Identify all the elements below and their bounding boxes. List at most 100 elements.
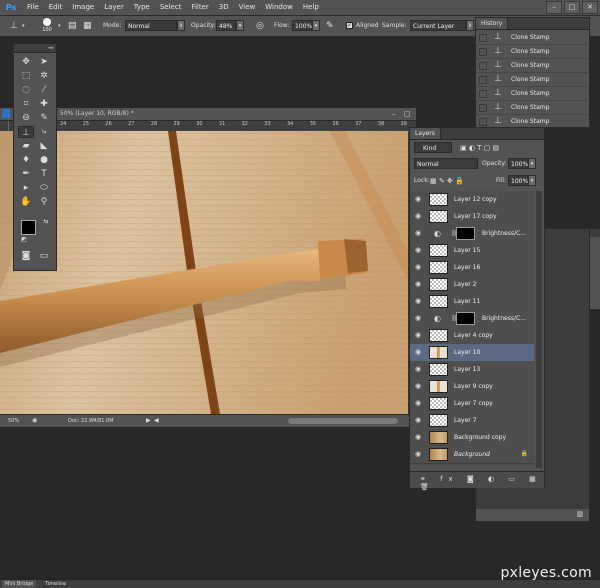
clone-source-icon[interactable]: ▦ <box>83 20 92 32</box>
layer-row[interactable]: ◉ Layer 13 <box>410 361 534 379</box>
layer-thumbnail[interactable] <box>429 278 448 291</box>
opacity-slider-arrow-icon[interactable]: ▾ <box>236 20 244 31</box>
layer-mask-thumbnail[interactable] <box>456 227 475 240</box>
history-item[interactable]: ⊥ Clone Stamp <box>476 115 589 126</box>
visibility-eye-icon[interactable]: ◉ <box>415 399 421 407</box>
status-menu-arrow-icon[interactable]: ▶ <box>146 415 151 427</box>
history-item[interactable]: ⊥ Clone Stamp <box>476 73 589 87</box>
visibility-eye-icon[interactable]: ◉ <box>415 450 421 458</box>
history-tab[interactable]: History <box>476 18 509 29</box>
dodge-tool-icon[interactable]: ● <box>36 154 52 166</box>
layer-thumbnail[interactable] <box>429 363 448 376</box>
crop-tool-icon[interactable]: ⌗ <box>18 98 34 110</box>
flow-slider-arrow-icon[interactable]: ▾ <box>312 20 320 31</box>
brush-preset-picker[interactable]: 100 <box>38 18 56 34</box>
brush-tool-icon[interactable]: ✎ <box>36 112 52 124</box>
paint-bucket-icon[interactable]: ◣ <box>36 140 52 152</box>
screen-mode-icon[interactable]: ▭ <box>36 250 52 262</box>
blend-mode-select[interactable]: Normal <box>414 158 478 169</box>
layer-footer-icons[interactable]: ⚭ fx ◙ ◐ ▭ ▦ 🗑 <box>420 475 544 491</box>
eraser-tool-icon[interactable]: ▰ <box>18 140 34 152</box>
layer-thumbnail[interactable] <box>429 414 448 427</box>
sample-select-arrow-icon[interactable]: ⇕ <box>466 20 474 31</box>
canvas[interactable] <box>0 131 408 414</box>
visibility-eye-icon[interactable]: ◉ <box>415 246 421 254</box>
tools-panel-header[interactable]: ◂◂ <box>14 44 56 53</box>
visibility-eye-icon[interactable]: ◉ <box>415 365 421 373</box>
layer-row[interactable]: ◉ Layer 9 copy <box>410 378 534 396</box>
history-item[interactable]: ⊥ Clone Stamp <box>476 87 589 101</box>
kind-filter-select[interactable]: Kind <box>414 142 452 153</box>
layer-mask-thumbnail[interactable] <box>456 312 475 325</box>
trash-icon[interactable]: ▥ <box>576 510 583 518</box>
fill-arrow-icon[interactable]: ▾ <box>528 175 536 186</box>
lock-icons[interactable]: ▦ ✎ ✥ 🔒 <box>430 175 464 187</box>
layer-row[interactable]: ◉ Layer 4 copy <box>410 327 534 345</box>
visibility-eye-icon[interactable]: ◉ <box>415 416 421 424</box>
layer-thumbnail[interactable] <box>429 261 448 274</box>
move-arrow-icon[interactable]: ➤ <box>36 56 52 68</box>
quick-mask-icon[interactable]: ◙ <box>18 250 34 262</box>
layer-row[interactable]: ◉ Layer 16 <box>410 259 534 277</box>
layers-scrollbar[interactable] <box>536 191 542 468</box>
layer-thumbnail[interactable] <box>429 397 448 410</box>
layer-thumbnail[interactable] <box>429 346 448 359</box>
eyedropper-icon[interactable]: ⁄ <box>36 84 52 96</box>
spot-heal-icon[interactable]: ✚ <box>36 98 52 110</box>
layer-row[interactable]: ◉ Layer 2 <box>410 276 534 294</box>
menu-3d[interactable]: 3D <box>214 0 234 15</box>
history-item[interactable]: ⊥ Clone Stamp <box>476 101 589 115</box>
layer-row[interactable]: ◉ Layer 7 <box>410 412 534 430</box>
history-item[interactable]: ⊥ Clone Stamp <box>476 59 589 73</box>
menu-edit[interactable]: Edit <box>44 0 68 15</box>
layer-row[interactable]: ◉ Layer 15 <box>410 242 534 260</box>
menu-file[interactable]: File <box>22 0 44 15</box>
menu-image[interactable]: Image <box>67 0 99 15</box>
mode-select-arrow-icon[interactable]: ⇕ <box>177 20 185 31</box>
zoom-level[interactable]: 50% <box>8 415 19 427</box>
layer-thumbnail[interactable] <box>429 210 448 223</box>
marquee-tool-icon[interactable]: ⬚ <box>18 70 34 82</box>
menu-type[interactable]: Type <box>129 0 155 15</box>
visibility-eye-icon[interactable]: ◉ <box>415 263 421 271</box>
fill-input[interactable]: 100% <box>508 175 528 186</box>
layer-thumbnail[interactable] <box>429 295 448 308</box>
menu-filter[interactable]: Filter <box>186 0 213 15</box>
airbrush-icon[interactable]: ✎ <box>326 20 334 32</box>
magic-wand-icon[interactable]: ✲ <box>36 70 52 82</box>
status-info-icon[interactable]: ◉ <box>32 415 37 427</box>
visibility-eye-icon[interactable]: ◉ <box>415 331 421 339</box>
visibility-eye-icon[interactable]: ◉ <box>415 195 421 203</box>
visibility-eye-icon[interactable]: ◉ <box>415 212 421 220</box>
swap-colors-icon[interactable]: ⇆ <box>38 216 54 228</box>
path-select-icon[interactable]: ▸ <box>18 182 34 194</box>
layer-thumbnail[interactable] <box>429 431 448 444</box>
close-button[interactable]: ✕ <box>582 1 598 14</box>
layer-opacity-arrow-icon[interactable]: ▾ <box>528 158 536 169</box>
layer-opacity-input[interactable]: 100% <box>508 158 528 169</box>
visibility-eye-icon[interactable]: ◉ <box>415 314 421 322</box>
layers-tab[interactable]: Layers <box>410 128 441 139</box>
history-brush-icon[interactable]: ⤷ <box>36 126 52 138</box>
menu-select[interactable]: Select <box>155 0 187 15</box>
layer-row[interactable]: ◉ ◐ ⛓ Brightness/C... <box>410 310 534 328</box>
mode-select[interactable]: Normal <box>125 20 177 31</box>
brush-picker-arrow-icon[interactable]: ▾ <box>58 20 61 32</box>
visibility-eye-icon[interactable]: ◉ <box>415 433 421 441</box>
heal-tool-icon[interactable]: ⊖ <box>18 112 34 124</box>
blur-tool-icon[interactable]: ♦ <box>18 154 34 166</box>
maximize-button[interactable]: □ <box>564 1 580 14</box>
layer-row[interactable]: ◉ Layer 10 <box>410 344 534 362</box>
layer-thumbnail[interactable] <box>429 380 448 393</box>
layer-thumbnail[interactable] <box>429 244 448 257</box>
layer-row[interactable]: ◉ Layer 7 copy <box>410 395 534 413</box>
default-colors-icon[interactable]: ◩ <box>16 234 32 246</box>
layer-row[interactable]: ◉ Background copy <box>410 429 534 447</box>
aligned-checkbox[interactable]: ✓ <box>346 22 353 29</box>
layer-row[interactable]: ◉ Background 🔒 <box>410 446 534 464</box>
sample-select[interactable]: Current Layer <box>410 20 466 31</box>
layer-thumbnail[interactable] <box>429 448 448 461</box>
foreground-color-swatch[interactable] <box>21 220 36 235</box>
lasso-tool-icon[interactable]: ◌ <box>18 84 34 96</box>
doc-minimize-button[interactable]: – <box>392 108 396 120</box>
